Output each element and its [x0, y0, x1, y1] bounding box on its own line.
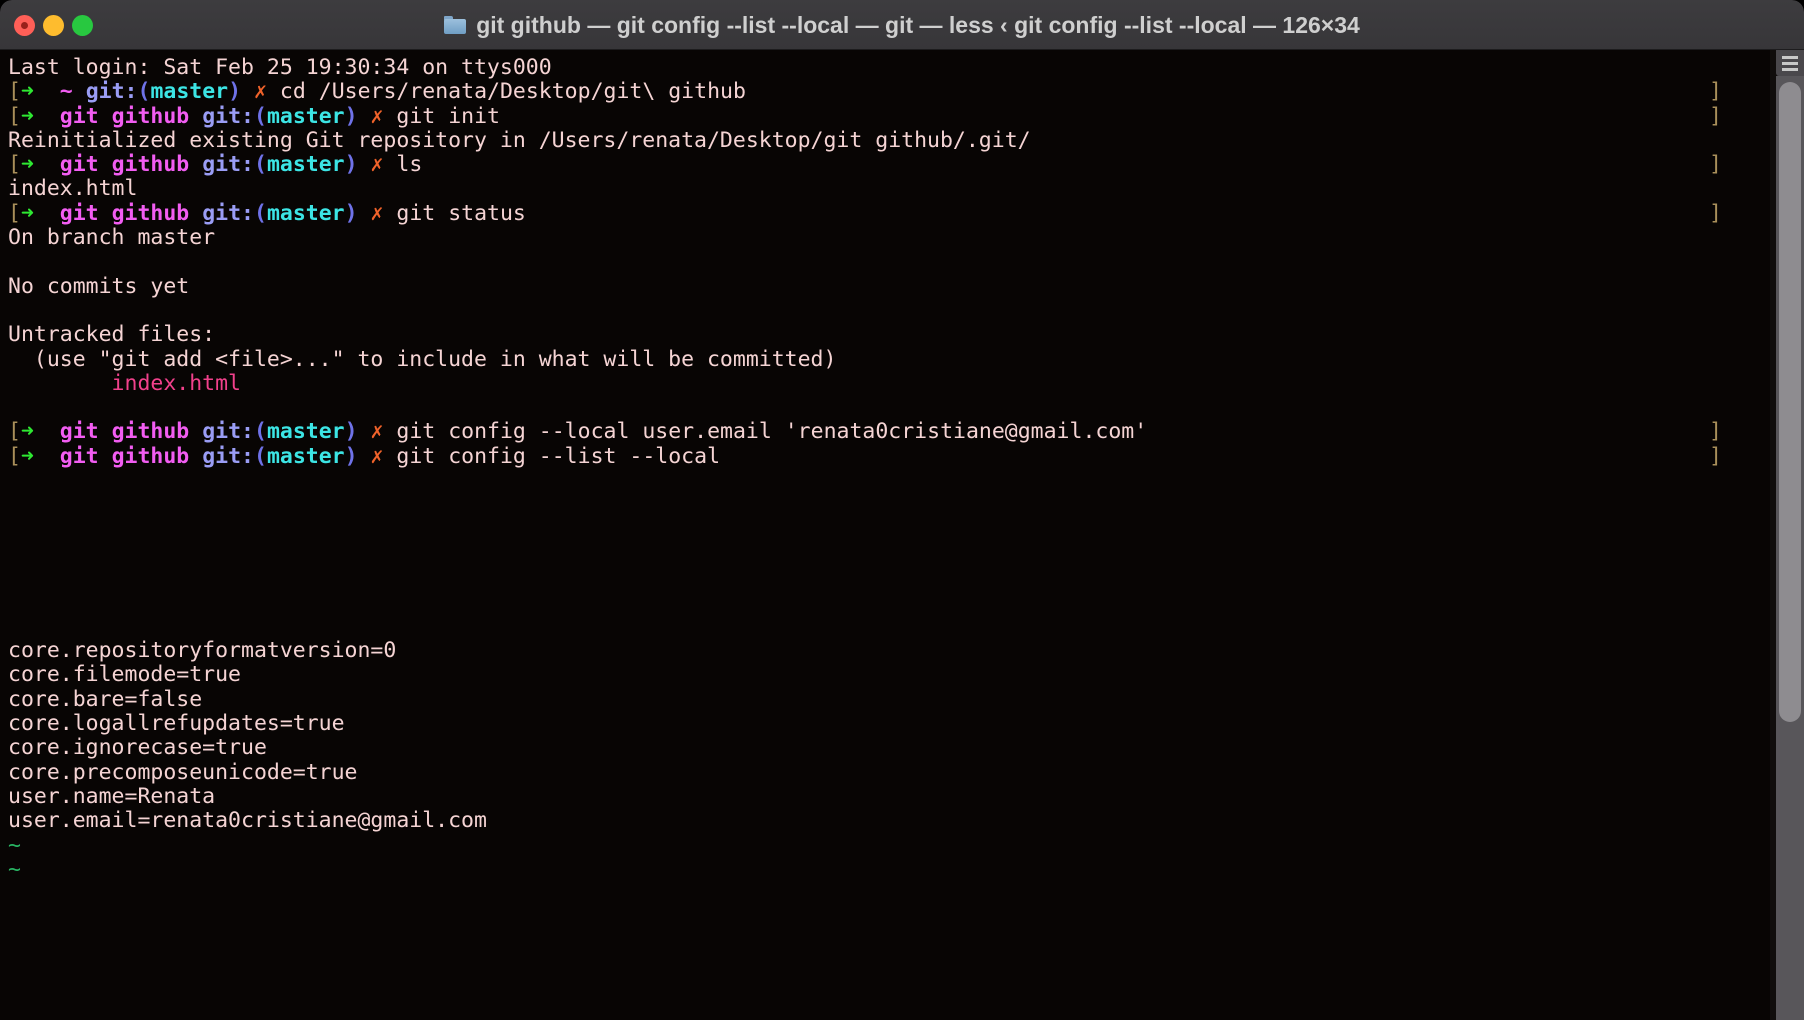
- scrollbar-thumb[interactable]: [1779, 82, 1801, 722]
- terminal-line-text: core.ignorecase=true: [8, 735, 267, 761]
- terminal-line: core.filemode=true: [0, 663, 1770, 687]
- terminal-line-text: ~: [8, 832, 21, 858]
- terminal-line-end-bracket: ]: [1709, 443, 1722, 469]
- terminal-line-text: No commits yet: [8, 273, 190, 299]
- terminal-line: [➜ git github git:(master) ✗ git config …: [0, 419, 1770, 445]
- terminal-line-text: [➜ git github git:(master) ✗ git config …: [8, 419, 1148, 445]
- terminal-line-end-bracket: ]: [1709, 152, 1722, 178]
- terminal-screen[interactable]: Last login: Sat Feb 25 19:30:34 on ttys0…: [0, 55, 1770, 1020]
- terminal-line-end-bracket: ]: [1709, 419, 1722, 445]
- terminal-line: [➜ git github git:(master) ✗ ls]: [0, 152, 1770, 178]
- terminal-line-text: user.name=Renata: [8, 783, 216, 809]
- terminal-line-text: [➜ git github git:(master) ✗ git config …: [8, 443, 721, 469]
- terminal-line-text: [➜ ~ git:(master) ✗ cd /Users/renata/Des…: [8, 79, 746, 105]
- terminal-line: user.email=renata0cristiane@gmail.com: [0, 809, 1770, 833]
- terminal-line-text: index.html: [8, 176, 138, 202]
- window-title-bar[interactable]: git github — git config --list --local —…: [0, 0, 1804, 50]
- terminal-line: ~: [0, 856, 1770, 882]
- terminal-line: Untracked files:: [0, 323, 1770, 347]
- terminal-line: (use "git add <file>..." to include in w…: [0, 346, 1770, 372]
- window-title: git github — git config --list --local —…: [476, 11, 1360, 38]
- terminal-line: Last login: Sat Feb 25 19:30:34 on ttys0…: [0, 55, 1770, 80]
- terminal-line: Reinitialized existing Git repository in…: [0, 127, 1770, 153]
- terminal-window: git github — git config --list --local —…: [0, 0, 1804, 1020]
- terminal-line: [➜ ~ git:(master) ✗ cd /Users/renata/Des…: [0, 79, 1770, 105]
- terminal-line-end-bracket: ]: [1709, 103, 1722, 129]
- terminal-line-text: ~: [8, 856, 21, 882]
- terminal-body[interactable]: Last login: Sat Feb 25 19:30:34 on ttys0…: [0, 50, 1804, 1020]
- terminal-line-text: On branch master: [8, 225, 216, 251]
- terminal-line-text: core.precomposeunicode=true: [8, 759, 358, 785]
- terminal-line: No commits yet: [0, 273, 1770, 299]
- terminal-line-text: core.bare=false: [8, 686, 203, 712]
- terminal-line: core.logallrefupdates=true: [0, 711, 1770, 737]
- terminal-line-text: [➜ git github git:(master) ✗ git init: [8, 103, 500, 129]
- scrollbar-track[interactable]: [1776, 76, 1804, 1020]
- terminal-line: [➜ git github git:(master) ✗ git status]: [0, 200, 1770, 226]
- terminal-line: core.repositoryformatversion=0: [0, 638, 1770, 664]
- hamburger-icon[interactable]: [1776, 50, 1804, 76]
- terminal-line-end-bracket: ]: [1709, 200, 1722, 226]
- terminal-line: core.bare=false: [0, 686, 1770, 712]
- terminal-line-text: Last login: Sat Feb 25 19:30:34 on ttys0…: [8, 55, 552, 80]
- terminal-line: [➜ git github git:(master) ✗ git config …: [0, 443, 1770, 469]
- terminal-line-text: core.logallrefupdates=true: [8, 711, 345, 737]
- terminal-line-text: Untracked files:: [8, 322, 216, 348]
- terminal-line-text: Reinitialized existing Git repository in…: [8, 127, 1031, 153]
- terminal-line: core.ignorecase=true: [0, 736, 1770, 760]
- terminal-line-text: [➜ git github git:(master) ✗ git status: [8, 200, 526, 226]
- close-button[interactable]: [14, 15, 35, 36]
- terminal-scrollbar[interactable]: [1770, 50, 1804, 1020]
- terminal-line: index.html: [0, 177, 1770, 201]
- terminal-line-end-bracket: ]: [1709, 79, 1722, 105]
- terminal-line-text: user.email=renata0cristiane@gmail.com: [8, 808, 487, 834]
- terminal-line-text: core.filemode=true: [8, 662, 241, 688]
- terminal-line: ~: [0, 832, 1770, 858]
- terminal-line: user.name=Renata: [0, 783, 1770, 809]
- traffic-light-group: [14, 15, 93, 36]
- terminal-line: On branch master: [0, 225, 1770, 251]
- maximize-button[interactable]: [72, 15, 93, 36]
- window-title-group: git github — git config --list --local —…: [0, 0, 1804, 50]
- terminal-line-text: index.html: [8, 370, 241, 396]
- terminal-line: [➜ git github git:(master) ✗ git init]: [0, 103, 1770, 129]
- terminal-line-text: [➜ git github git:(master) ✗ ls: [8, 152, 423, 178]
- terminal-line: index.html: [0, 370, 1770, 396]
- folder-icon: [444, 16, 467, 34]
- terminal-line-text: core.repositoryformatversion=0: [8, 638, 397, 664]
- terminal-line-text: (use "git add <file>..." to include in w…: [8, 346, 837, 372]
- minimize-button[interactable]: [43, 15, 64, 36]
- terminal-line: core.precomposeunicode=true: [0, 759, 1770, 785]
